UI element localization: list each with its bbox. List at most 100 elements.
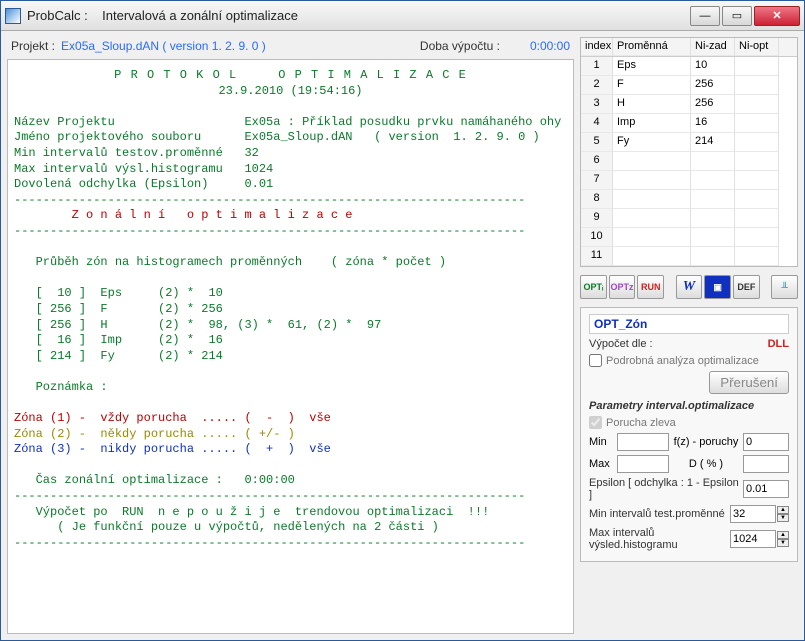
opt2-button[interactable]: OPTz <box>609 275 636 299</box>
l4b: 1024 <box>244 162 273 176</box>
params-title: Parametry interval.optimalizace <box>589 400 789 412</box>
mintest-up[interactable]: ▲ <box>777 506 789 514</box>
l2b: Ex05a_Sloup.dAN ( version 1. 2. 9. 0 ) <box>244 130 539 144</box>
project-bar: Projekt : Ex05a_Sloup.dAN ( version 1. 2… <box>7 37 574 59</box>
z1: [ 10 ] Eps (2) * 10 <box>36 286 223 300</box>
table-row[interactable]: 5Fy214 <box>581 133 797 152</box>
l5b: 0.01 <box>244 177 273 191</box>
porucha-input <box>589 416 602 429</box>
cell-index: 4 <box>581 114 613 133</box>
cell-index: 1 <box>581 57 613 76</box>
optzon-label: OPT_Zón <box>589 314 789 334</box>
col-index[interactable]: index <box>581 38 613 56</box>
min-input[interactable] <box>617 433 669 451</box>
cell-ni-zad <box>691 228 735 247</box>
warn2: ( Je funkční pouze u výpočtů, nedělených… <box>57 520 439 534</box>
d-label: D ( % ) <box>669 458 743 470</box>
cell-ni-zad: 10 <box>691 57 735 76</box>
save-button[interactable]: ▣ <box>704 275 731 299</box>
pozn: Poznámka : <box>36 380 108 394</box>
note3: Zóna (3) - nikdy porucha ..... ( + ) vše <box>14 442 331 456</box>
dashes3: ----------------------------------------… <box>14 489 525 503</box>
table-row[interactable]: 8 <box>581 190 797 209</box>
cell-variable <box>613 228 691 247</box>
porucha-checkbox[interactable]: Porucha zleva <box>589 416 789 429</box>
projekt-label: Projekt : <box>11 39 55 53</box>
doba-label: Doba výpočtu : <box>420 39 500 53</box>
close-button[interactable]: ✕ <box>754 6 800 26</box>
col-ni-opt[interactable]: Ni-opt <box>735 38 779 56</box>
warn1: Výpočet po RUN n e p o u ž i j e trendov… <box>36 505 490 519</box>
max-input[interactable] <box>617 455 669 473</box>
cell-variable <box>613 152 691 171</box>
cell-ni-opt <box>735 95 779 114</box>
pruhbeh: Průběh zón na histogramech proměnných ( … <box>36 255 446 269</box>
app-name: ProbCalc : <box>27 8 88 23</box>
l2a: Jméno projektového souboru <box>14 130 201 144</box>
cell-ni-zad <box>691 190 735 209</box>
table-row[interactable]: 7 <box>581 171 797 190</box>
table-row[interactable]: 3H256 <box>581 95 797 114</box>
cell-ni-opt <box>735 228 779 247</box>
cell-index: 9 <box>581 209 613 228</box>
col-ni-zad[interactable]: Ni-zad <box>691 38 735 56</box>
table-row[interactable]: 2F256 <box>581 76 797 95</box>
cell-ni-zad <box>691 152 735 171</box>
podrobna-checkbox[interactable]: Podrobná analýza optimalizace <box>589 354 789 367</box>
chart-button[interactable]: ╨ <box>771 275 798 299</box>
mintest-label: Min intervalů test.proměnné <box>589 508 730 520</box>
cell-ni-opt <box>735 76 779 95</box>
table-row[interactable]: 4Imp16 <box>581 114 797 133</box>
cell-index: 7 <box>581 171 613 190</box>
w-button[interactable]: W <box>676 275 703 299</box>
cell-index: 6 <box>581 152 613 171</box>
cell-index: 5 <box>581 133 613 152</box>
min-label: Min <box>589 436 617 448</box>
protocol-date: 23.9.2010 (19:54:16) <box>218 84 362 98</box>
window-subtitle: Intervalová a zonální optimalizace <box>102 8 298 23</box>
cell-index: 8 <box>581 190 613 209</box>
maximize-button[interactable]: ▭ <box>722 6 752 26</box>
table-row[interactable]: 10 <box>581 228 797 247</box>
mintest-input[interactable] <box>730 505 776 523</box>
cell-ni-opt <box>735 209 779 228</box>
mintest-down[interactable]: ▼ <box>777 514 789 522</box>
app-window: ProbCalc : Intervalová a zonální optimal… <box>0 0 805 641</box>
run-button[interactable]: RUN <box>637 275 664 299</box>
porucha-label: Porucha zleva <box>606 417 676 429</box>
save-icon: ▣ <box>713 282 722 293</box>
cell-index: 3 <box>581 95 613 114</box>
preruseni-button[interactable]: Přerušení <box>709 371 789 394</box>
table-row[interactable]: 9 <box>581 209 797 228</box>
z5: [ 214 ] Fy (2) * 214 <box>36 349 223 363</box>
maxhist-up[interactable]: ▲ <box>777 531 789 539</box>
opt1-button[interactable]: OPTᵢ <box>580 275 607 299</box>
table-row[interactable]: 6 <box>581 152 797 171</box>
cell-index: 11 <box>581 247 613 266</box>
fz-input[interactable] <box>743 433 789 451</box>
z2: [ 256 ] F (2) * 256 <box>36 302 223 316</box>
cas: Čas zonální optimalizace : 0:00:00 <box>36 473 295 487</box>
cell-ni-opt <box>735 152 779 171</box>
cell-variable: Eps <box>613 57 691 76</box>
minimize-button[interactable]: — <box>690 6 720 26</box>
opt-panel: OPT_Zón Výpočet dle : DLL Podrobná analý… <box>580 307 798 562</box>
variable-grid[interactable]: index Proměnná Ni-zad Ni-opt 1Eps102F256… <box>580 37 798 267</box>
dashes4: ----------------------------------------… <box>14 536 525 550</box>
eps-input[interactable] <box>743 480 789 498</box>
d-input[interactable] <box>743 455 789 473</box>
podrobna-input[interactable] <box>589 354 602 367</box>
table-row[interactable]: 11 <box>581 247 797 266</box>
titlebar: ProbCalc : Intervalová a zonální optimal… <box>1 1 804 31</box>
cell-ni-zad <box>691 171 735 190</box>
maxhist-down[interactable]: ▼ <box>777 539 789 547</box>
col-variable[interactable]: Proměnná <box>613 38 691 56</box>
cell-variable: Fy <box>613 133 691 152</box>
table-row[interactable]: 1Eps10 <box>581 57 797 76</box>
cell-ni-zad: 214 <box>691 133 735 152</box>
l1b: Ex05a : Příklad posudku prvku namáhaného… <box>244 115 561 129</box>
def-button[interactable]: DEF <box>733 275 760 299</box>
cell-ni-zad: 256 <box>691 76 735 95</box>
podrobna-label: Podrobná analýza optimalizace <box>606 355 759 367</box>
maxhist-input[interactable] <box>730 530 776 548</box>
